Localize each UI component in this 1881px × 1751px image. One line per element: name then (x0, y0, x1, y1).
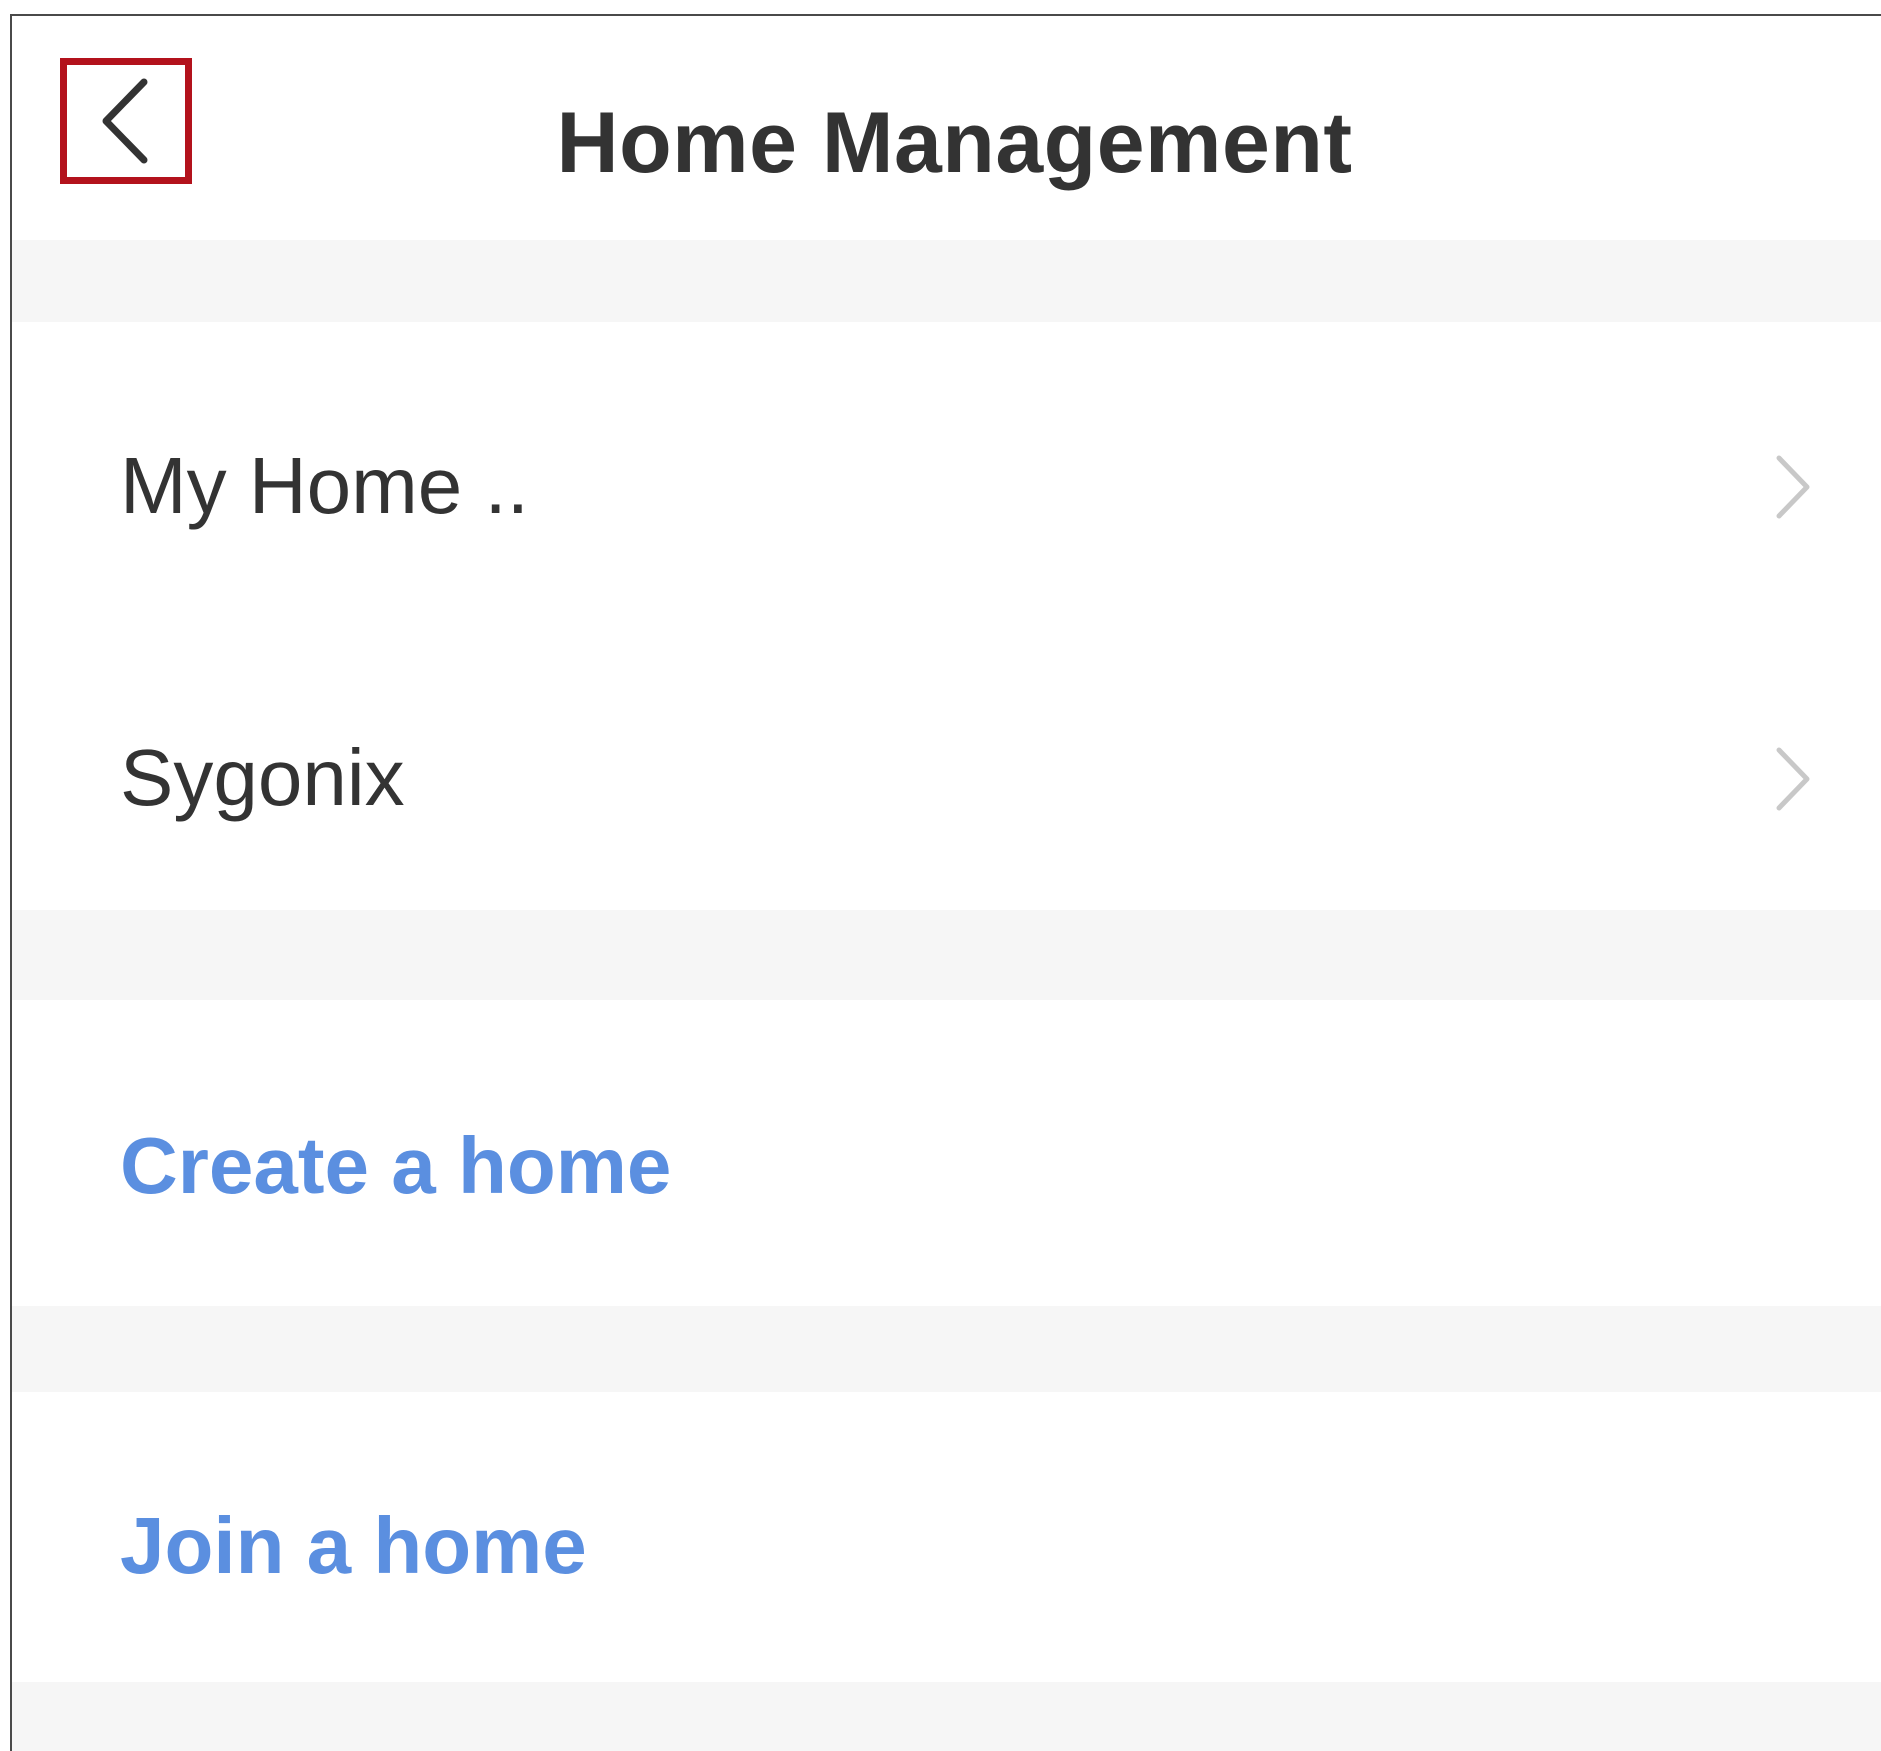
home-item-label: Sygonix (120, 733, 405, 822)
page-title: Home Management (556, 95, 1353, 191)
create-home-label: Create a home (120, 1121, 672, 1210)
app-screen: Home Management My Home .. Sygonix Creat… (10, 14, 1881, 1751)
section-divider (12, 240, 1881, 322)
home-item-sygonix[interactable]: Sygonix (12, 612, 1881, 910)
join-home-label: Join a home (120, 1501, 587, 1590)
join-home-button[interactable]: Join a home (12, 1392, 1881, 1682)
section-divider (12, 910, 1881, 1000)
chevron-right-icon (1776, 747, 1810, 811)
create-home-button[interactable]: Create a home (12, 1000, 1881, 1306)
section-divider (12, 1306, 1881, 1392)
section-divider (12, 1682, 1881, 1751)
chevron-right-icon (1776, 455, 1810, 519)
header-bar: Home Management (12, 16, 1881, 240)
home-item-label: My Home .. (120, 441, 529, 530)
home-item-my-home[interactable]: My Home .. (12, 322, 1881, 612)
